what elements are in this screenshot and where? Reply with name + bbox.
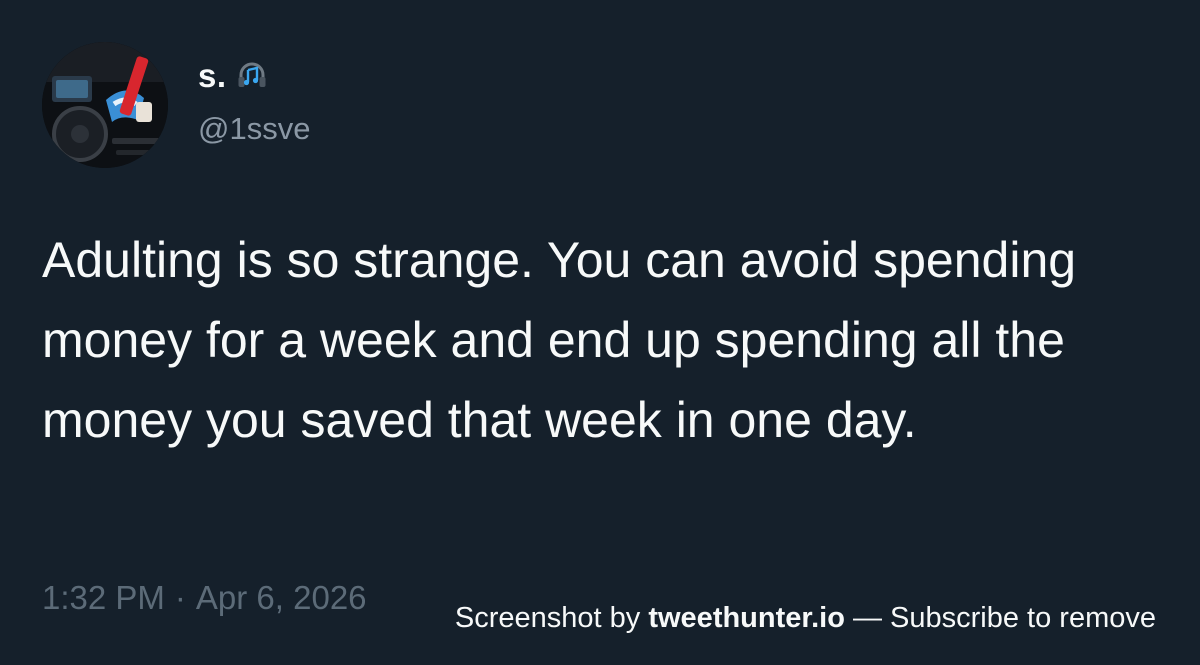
headphones-music-icon — [237, 61, 267, 91]
tweet-card: s. @1ssve Adulting is so strange. You ca… — [0, 0, 1200, 665]
watermark-suffix: — Subscribe to remove — [844, 602, 1156, 634]
watermark-prefix: Screenshot by — [454, 602, 649, 634]
timestamp[interactable]: 1:32 PM · Apr 6, 2026 — [42, 579, 367, 617]
display-name[interactable]: s. — [198, 57, 227, 95]
handle[interactable]: @1ssve — [198, 111, 310, 147]
tweet-time: 1:32 PM — [42, 579, 165, 616]
display-name-row[interactable]: s. — [198, 54, 267, 98]
timestamp-separator: · — [174, 579, 186, 616]
avatar-image — [42, 42, 168, 168]
tweet-date: Apr 6, 2026 — [195, 579, 367, 616]
watermark: Screenshot by tweethunter.io — Subscribe… — [455, 602, 1156, 635]
tweet-text: Adulting is so strange. You can avoid sp… — [42, 232, 1077, 448]
watermark-brand[interactable]: tweethunter.io — [648, 602, 845, 634]
avatar[interactable] — [42, 42, 168, 168]
